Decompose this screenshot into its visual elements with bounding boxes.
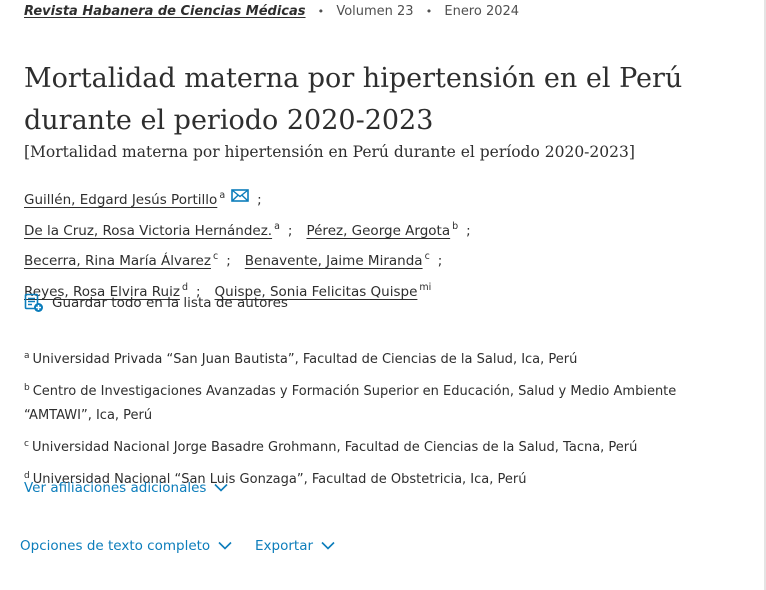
chevron-down-icon — [321, 538, 335, 554]
chevron-down-icon — [214, 480, 229, 496]
author-link[interactable]: Pérez, George Argota — [306, 223, 450, 239]
separator-dot: • — [317, 5, 325, 18]
affiliation-text: Centro de Investigaciones Avanzadas y Fo… — [24, 384, 677, 423]
author-row: Guillén, Edgard Jesús Portillo a; — [24, 183, 485, 214]
affiliation-list: a Universidad Privada “San Juan Bautista”… — [24, 344, 714, 496]
save-authors-button[interactable]: Guardar todo en la lista de autores — [24, 293, 288, 313]
volume-label: Volumen 23 — [336, 4, 414, 19]
affiliation-sup: c — [24, 439, 29, 449]
author-list: Guillén, Edgard Jesús Portillo a; De la C… — [24, 183, 485, 305]
article-translated-title: [Mortalidad materna por hipertensión en … — [24, 143, 635, 161]
author-affil-sup: c — [212, 251, 219, 262]
journal-info: Revista Habanera de Ciencias Médicas • V… — [24, 4, 519, 22]
author-affil-sup: a — [219, 190, 226, 201]
author-separator: ; — [287, 222, 293, 239]
affiliation-sup: a — [24, 351, 30, 361]
author-affil-sup: c — [424, 251, 430, 262]
affiliation-text: Universidad Nacional Jorge Basadre Grohm… — [31, 440, 638, 455]
affiliation-sup: b — [24, 383, 30, 393]
affiliation-item: a Universidad Privada “San Juan Bautista”… — [24, 344, 714, 372]
author-affil-sup: d — [181, 281, 188, 293]
author-row: De la Cruz, Rosa Victoria Hernández. a; Pé… — [24, 214, 485, 245]
more-affiliations-label: Ver afiliaciones adicionales — [24, 480, 207, 496]
affiliation-text: Universidad Privada “San Juan Bautista”,… — [32, 352, 578, 367]
author-link[interactable]: Guillén, Edgard Jesús Portillo — [24, 192, 217, 208]
author-affil-sup: b — [452, 220, 459, 232]
author-link[interactable]: De la Cruz, Rosa Victoria Hernández. — [24, 223, 272, 239]
author-link[interactable]: Benavente, Jaime Miranda — [245, 253, 423, 269]
more-affiliations-toggle[interactable]: Ver afiliaciones adicionales — [24, 480, 229, 496]
author-separator: ; — [257, 192, 262, 208]
fulltext-options-dropdown[interactable]: Opciones de texto completo — [20, 538, 232, 554]
fulltext-options-label: Opciones de texto completo — [20, 538, 211, 554]
author-separator: ; — [226, 253, 231, 269]
export-label: Exportar — [255, 538, 314, 554]
save-list-icon — [24, 293, 43, 312]
journal-name-link[interactable]: Revista Habanera de Ciencias Médicas — [24, 4, 306, 19]
chevron-down-icon — [218, 538, 232, 554]
affiliation-item: b Centro de Investigaciones Avanzadas y F… — [24, 376, 714, 428]
save-authors-label: Guardar todo en la lista de autores — [52, 295, 288, 311]
affiliation-item: c Universidad Nacional Jorge Basadre Groh… — [24, 432, 714, 460]
export-dropdown[interactable]: Exportar — [255, 538, 335, 554]
author-link[interactable]: Becerra, Rina María Álvarez — [24, 253, 211, 269]
author-separator: ; — [437, 253, 443, 269]
author-affil-sup: mi — [419, 281, 432, 293]
article-title: Mortalidad materna por hipertensión en e… — [24, 58, 724, 142]
issue-date: Enero 2024 — [444, 4, 520, 19]
separator-dot: • — [425, 5, 433, 18]
article-title-line1: Mortalidad materna por hipertensión en e… — [24, 63, 683, 94]
author-affil-sup: a — [274, 220, 280, 232]
article-title-line2: durante el periodo 2020-2023 — [24, 105, 434, 136]
mail-icon[interactable] — [231, 185, 249, 212]
author-row: Becerra, Rina María Álvarez c; Benavente, … — [24, 244, 485, 275]
author-separator: ; — [466, 222, 471, 239]
